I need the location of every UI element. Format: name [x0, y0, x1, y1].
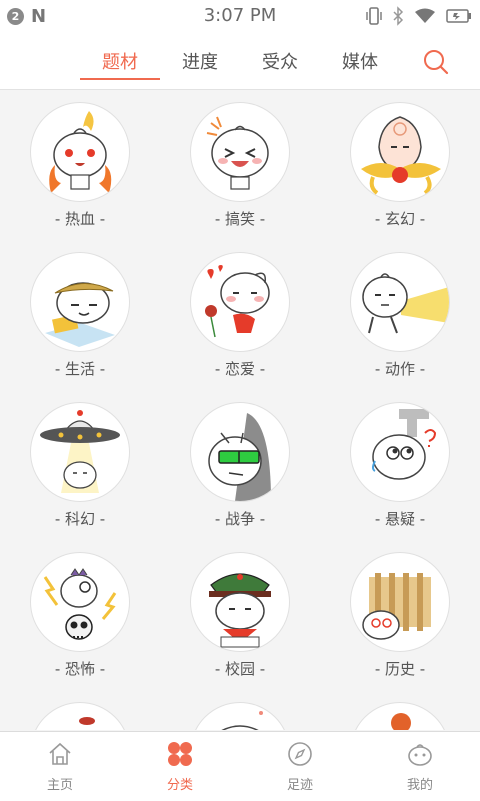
- partial-mascot-icon: [30, 702, 130, 730]
- life-mascot-icon: [30, 252, 130, 352]
- campus-mascot-icon: [190, 552, 290, 652]
- category-partial[interactable]: [0, 690, 160, 730]
- category-romance[interactable]: - 恋爱 -: [160, 240, 320, 390]
- category-fantasy[interactable]: - 玄幻 -: [320, 90, 480, 240]
- fantasy-mascot-icon: [350, 102, 450, 202]
- romance-mascot-icon: [190, 252, 290, 352]
- partial-mascot-icon: [190, 702, 290, 730]
- bottom-nav-label: 主页: [46, 778, 73, 793]
- funny-mascot-icon: [190, 102, 290, 202]
- bottom-nav-label: 足迹: [286, 778, 313, 793]
- search-icon: [424, 50, 449, 75]
- category-label: - 校园 -: [214, 660, 266, 678]
- bottom-nav-label: 我的: [406, 778, 433, 793]
- category-label: - 搞笑 -: [214, 210, 266, 228]
- category-horror[interactable]: - 恐怖 -: [0, 540, 160, 690]
- profile-icon: [408, 744, 432, 766]
- category-life[interactable]: - 生活 -: [0, 240, 160, 390]
- bottom-nav-profile[interactable]: 我的: [360, 732, 480, 801]
- vibrate-icon: [366, 7, 382, 25]
- tab-theme[interactable]: 题材: [80, 48, 160, 74]
- category-label: - 生活 -: [54, 360, 106, 378]
- tab-progress[interactable]: 进度: [160, 48, 240, 74]
- category-label: - 玄幻 -: [374, 210, 426, 228]
- category-war[interactable]: - 战争 -: [160, 390, 320, 540]
- bottom-nav-label: 分类: [166, 778, 193, 793]
- war-mascot-icon: [190, 402, 290, 502]
- category-label: - 历史 -: [374, 660, 426, 678]
- wifi-icon: [415, 8, 435, 23]
- bluetooth-icon: [393, 6, 404, 26]
- category-history[interactable]: - 历史 -: [320, 540, 480, 690]
- category-label: - 动作 -: [374, 360, 426, 378]
- status-bar: 2 N 3:07 PM: [0, 0, 480, 32]
- category-label: - 战争 -: [214, 510, 266, 528]
- action-mascot-icon: [350, 252, 450, 352]
- partial-mascot-icon: [350, 702, 450, 730]
- category-label: - 恐怖 -: [54, 660, 106, 678]
- horror-mascot-icon: [30, 552, 130, 652]
- bottom-nav-category[interactable]: 分类: [120, 732, 240, 801]
- category-label: - 热血 -: [54, 210, 106, 228]
- category-funny[interactable]: - 搞笑 -: [160, 90, 320, 240]
- category-grid: - 热血 - - 搞笑 - - 玄幻 - - 生活 - - 恋爱 - - 动作 …: [0, 90, 480, 730]
- compass-icon: [288, 742, 312, 766]
- mystery-mascot-icon: [350, 402, 450, 502]
- category-label: - 科幻 -: [54, 510, 106, 528]
- top-tab-bar: 题材 进度 受众 媒体: [0, 32, 480, 90]
- bottom-nav-footprint[interactable]: 足迹: [240, 732, 360, 801]
- history-mascot-icon: [350, 552, 450, 652]
- battery-icon: [446, 9, 471, 23]
- category-partial[interactable]: [320, 690, 480, 730]
- search-button[interactable]: [422, 48, 450, 76]
- category-mystery[interactable]: - 悬疑 -: [320, 390, 480, 540]
- category-scifi[interactable]: - 科幻 -: [0, 390, 160, 540]
- category-campus[interactable]: - 校园 -: [160, 540, 320, 690]
- tab-media[interactable]: 媒体: [320, 48, 400, 74]
- hot-blood-mascot-icon: [30, 102, 130, 202]
- category-icon: [168, 742, 192, 766]
- category-hot-blood[interactable]: - 热血 -: [0, 90, 160, 240]
- status-icons: [366, 6, 472, 26]
- home-icon: [49, 742, 71, 765]
- bottom-nav-bar: 主页 分类 足迹 我的: [0, 731, 480, 801]
- category-label: - 悬疑 -: [374, 510, 426, 528]
- category-partial[interactable]: [160, 690, 320, 730]
- tab-audience[interactable]: 受众: [240, 48, 320, 74]
- category-label: - 恋爱 -: [214, 360, 266, 378]
- bottom-nav-home[interactable]: 主页: [0, 732, 120, 801]
- active-tab-indicator: [80, 78, 160, 80]
- scifi-mascot-icon: [30, 402, 130, 502]
- category-action[interactable]: - 动作 -: [320, 240, 480, 390]
